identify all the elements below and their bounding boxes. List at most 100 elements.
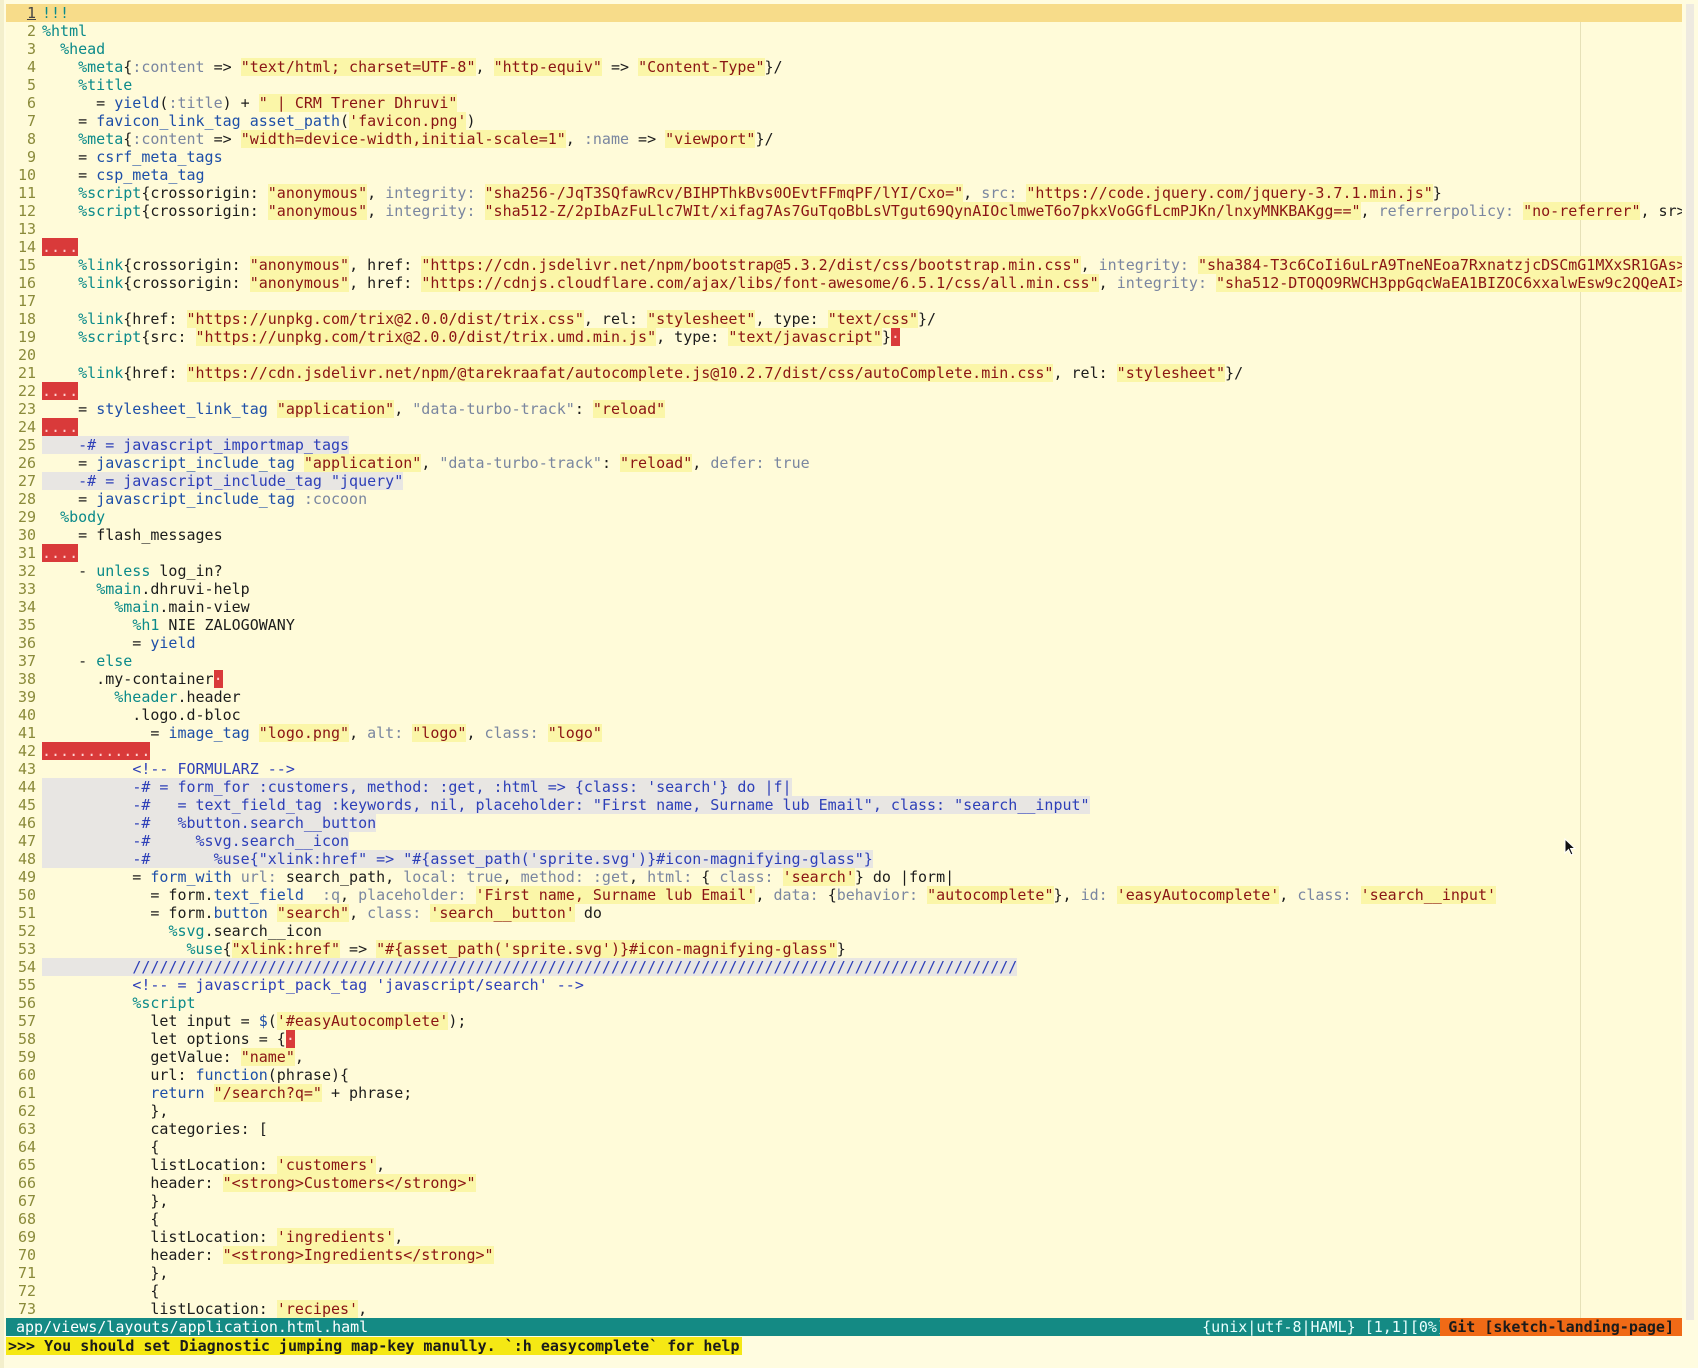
code-line[interactable]: 51 = form.button "search", class: 'searc… bbox=[6, 904, 1682, 922]
code-line[interactable]: 61 return "/search?q=" + phrase; bbox=[6, 1084, 1682, 1102]
line-number: 20 bbox=[17, 346, 36, 364]
line-code: listLocation: 'ingredients', bbox=[42, 1228, 403, 1246]
code-token: , rel: bbox=[583, 310, 648, 328]
code-line[interactable]: 39 %header.header bbox=[6, 688, 1682, 706]
code-line[interactable]: 47 -# %svg.search__icon bbox=[6, 832, 1682, 850]
line-number: 59 bbox=[17, 1048, 36, 1066]
code-line[interactable]: 66 header: "<strong>Customers</strong>" bbox=[6, 1174, 1682, 1192]
code-line[interactable]: 19 %script{src: "https://unpkg.com/trix@… bbox=[6, 328, 1682, 346]
code-line[interactable]: 71 }, bbox=[6, 1264, 1682, 1282]
code-line[interactable]: 27 -# = javascript_include_tag "jquery" bbox=[6, 472, 1682, 490]
code-token: "https://unpkg.com/trix@2.0.0/dist/trix.… bbox=[195, 328, 657, 346]
code-line[interactable]: 64 { bbox=[6, 1138, 1682, 1156]
code-line[interactable]: 8 %meta{:content => "width=device-width,… bbox=[6, 130, 1682, 148]
code-line[interactable]: 30 = flash_messages bbox=[6, 526, 1682, 544]
code-line[interactable]: 11 %script{crossorigin: "anonymous", int… bbox=[6, 184, 1682, 202]
code-line[interactable]: 62 }, bbox=[6, 1102, 1682, 1120]
code-line[interactable]: 17 bbox=[6, 292, 1682, 310]
line-number: 5 bbox=[26, 76, 36, 94]
code-line[interactable]: 59 getValue: "name", bbox=[6, 1048, 1682, 1066]
code-line[interactable]: 20 bbox=[6, 346, 1682, 364]
code-token: do bbox=[574, 904, 602, 922]
code-line[interactable]: 38 .my-container· bbox=[6, 670, 1682, 688]
line-code: = csrf_meta_tags bbox=[42, 148, 223, 166]
code-line[interactable]: 10 = csp_meta_tag bbox=[6, 166, 1682, 184]
code-token: :content bbox=[132, 130, 205, 148]
code-line[interactable]: 37 - else bbox=[6, 652, 1682, 670]
code-line[interactable]: 32 - unless log_in? bbox=[6, 562, 1682, 580]
code-line[interactable]: 72 { bbox=[6, 1282, 1682, 1300]
code-line[interactable]: 69 listLocation: 'ingredients', bbox=[6, 1228, 1682, 1246]
code-token: (phrase){ bbox=[267, 1066, 350, 1084]
code-line[interactable]: 68 { bbox=[6, 1210, 1682, 1228]
code-line[interactable]: 29 %body bbox=[6, 508, 1682, 526]
code-line[interactable]: 63 categories: [ bbox=[6, 1120, 1682, 1138]
code-token: alt: bbox=[367, 724, 404, 742]
code-line[interactable]: 1!!! bbox=[6, 4, 1682, 22]
code-line[interactable]: 18 %link{href: "https://unpkg.com/trix@2… bbox=[6, 310, 1682, 328]
line-code: %use{"xlink:href" => "#{asset_path('spri… bbox=[42, 940, 846, 958]
code-line[interactable]: 67 }, bbox=[6, 1192, 1682, 1210]
code-line[interactable]: 45 -# = text_field_tag :keywords, nil, p… bbox=[6, 796, 1682, 814]
code-line[interactable]: 31.... bbox=[6, 544, 1682, 562]
code-line[interactable]: 41 = image_tag "logo.png", alt: "logo", … bbox=[6, 724, 1682, 742]
code-line[interactable]: 44 -# = form_for :customers, method: :ge… bbox=[6, 778, 1682, 796]
code-line[interactable]: 42............ bbox=[6, 742, 1682, 760]
scrollbar[interactable] bbox=[1686, 4, 1694, 1320]
code-line[interactable]: 46 -# %button.search__button bbox=[6, 814, 1682, 832]
code-line[interactable]: 22.... bbox=[6, 382, 1682, 400]
code-line[interactable]: 73 listLocation: 'recipes', bbox=[6, 1300, 1682, 1318]
code-line[interactable]: 48 -# %use{"xlink:href" => "#{asset_path… bbox=[6, 850, 1682, 868]
code-token: "text/css" bbox=[827, 310, 919, 328]
code-line[interactable]: 14.... bbox=[6, 238, 1682, 256]
code-line[interactable]: 15 %link{crossorigin: "anonymous", href:… bbox=[6, 256, 1682, 274]
code-line[interactable]: 28 = javascript_include_tag :cocoon bbox=[6, 490, 1682, 508]
code-line[interactable]: 35 %h1 NIE ZALOGOWANY bbox=[6, 616, 1682, 634]
code-line[interactable]: 60 url: function(phrase){ bbox=[6, 1066, 1682, 1084]
line-code: %script{src: "https://unpkg.com/trix@2.0… bbox=[42, 328, 900, 346]
code-line[interactable]: 54 /////////////////////////////////////… bbox=[6, 958, 1682, 976]
line-number: 64 bbox=[17, 1138, 36, 1156]
code-line[interactable]: 23 = stylesheet_link_tag "application", … bbox=[6, 400, 1682, 418]
code-line[interactable]: 43 <!-- FORMULARZ --> bbox=[6, 760, 1682, 778]
code-line[interactable]: 55 <!-- = javascript_pack_tag 'javascrip… bbox=[6, 976, 1682, 994]
code-line[interactable]: 12 %script{crossorigin: "anonymous", int… bbox=[6, 202, 1682, 220]
code-token: integrity: bbox=[1098, 256, 1189, 274]
code-line[interactable]: 49 = form_with url: search_path, local: … bbox=[6, 868, 1682, 886]
code-token: { bbox=[123, 130, 133, 148]
code-line[interactable]: 36 = yield bbox=[6, 634, 1682, 652]
code-line[interactable]: 56 %script bbox=[6, 994, 1682, 1012]
code-line[interactable]: 33 %main.dhruvi-help bbox=[6, 580, 1682, 598]
code-editor[interactable]: 1!!! 2 %html 3 %head 4 %meta{:content => "te… bbox=[6, 4, 1682, 1320]
line-code: }, bbox=[42, 1102, 168, 1120]
code-token: .search__icon bbox=[204, 922, 322, 940]
code-line[interactable]: 5 %title bbox=[6, 76, 1682, 94]
code-line[interactable]: 2 %html bbox=[6, 22, 1682, 40]
code-line[interactable]: 70 header: "<strong>Ingredients</strong>… bbox=[6, 1246, 1682, 1264]
code-line[interactable]: 57 let input = $('#easyAutocomplete'); bbox=[6, 1012, 1682, 1030]
code-token: { bbox=[818, 886, 837, 904]
code-line[interactable]: 24.... bbox=[6, 418, 1682, 436]
code-line[interactable]: 50 = form.text_field :q, placeholder: 'F… bbox=[6, 886, 1682, 904]
code-line[interactable]: 34 %main.main-view bbox=[6, 598, 1682, 616]
code-line[interactable]: 25 -# = javascript_importmap_tags bbox=[6, 436, 1682, 454]
code-token: " | CRM Trener Dhruvi" bbox=[258, 94, 458, 112]
code-token: 'easyAutocomplete' bbox=[1116, 886, 1280, 904]
line-code: %title bbox=[42, 76, 132, 94]
code-line[interactable]: 52 %svg.search__icon bbox=[6, 922, 1682, 940]
code-line[interactable]: 53 %use{"xlink:href" => "#{asset_path('s… bbox=[6, 940, 1682, 958]
code-line[interactable]: 3 %head bbox=[6, 40, 1682, 58]
code-line[interactable]: 6 = yield(:title) + " | CRM Trener Dhruv… bbox=[6, 94, 1682, 112]
code-line[interactable]: 65 listLocation: 'customers', bbox=[6, 1156, 1682, 1174]
code-line[interactable]: 16 %link{crossorigin: "anonymous", href:… bbox=[6, 274, 1682, 292]
code-line[interactable]: 26 = javascript_include_tag "application… bbox=[6, 454, 1682, 472]
code-line[interactable]: 9 = csrf_meta_tags bbox=[6, 148, 1682, 166]
code-line[interactable]: 13 bbox=[6, 220, 1682, 238]
code-line[interactable]: 21 %link{href: "https://cdn.jsdelivr.net… bbox=[6, 364, 1682, 382]
code-line[interactable]: 40 .logo.d-bloc bbox=[6, 706, 1682, 724]
code-line[interactable]: 7 = favicon_link_tag asset_path('favicon… bbox=[6, 112, 1682, 130]
code-line[interactable]: 4 %meta{:content => "text/html; charset=… bbox=[6, 58, 1682, 76]
code-line[interactable]: 58 let options = {· bbox=[6, 1030, 1682, 1048]
